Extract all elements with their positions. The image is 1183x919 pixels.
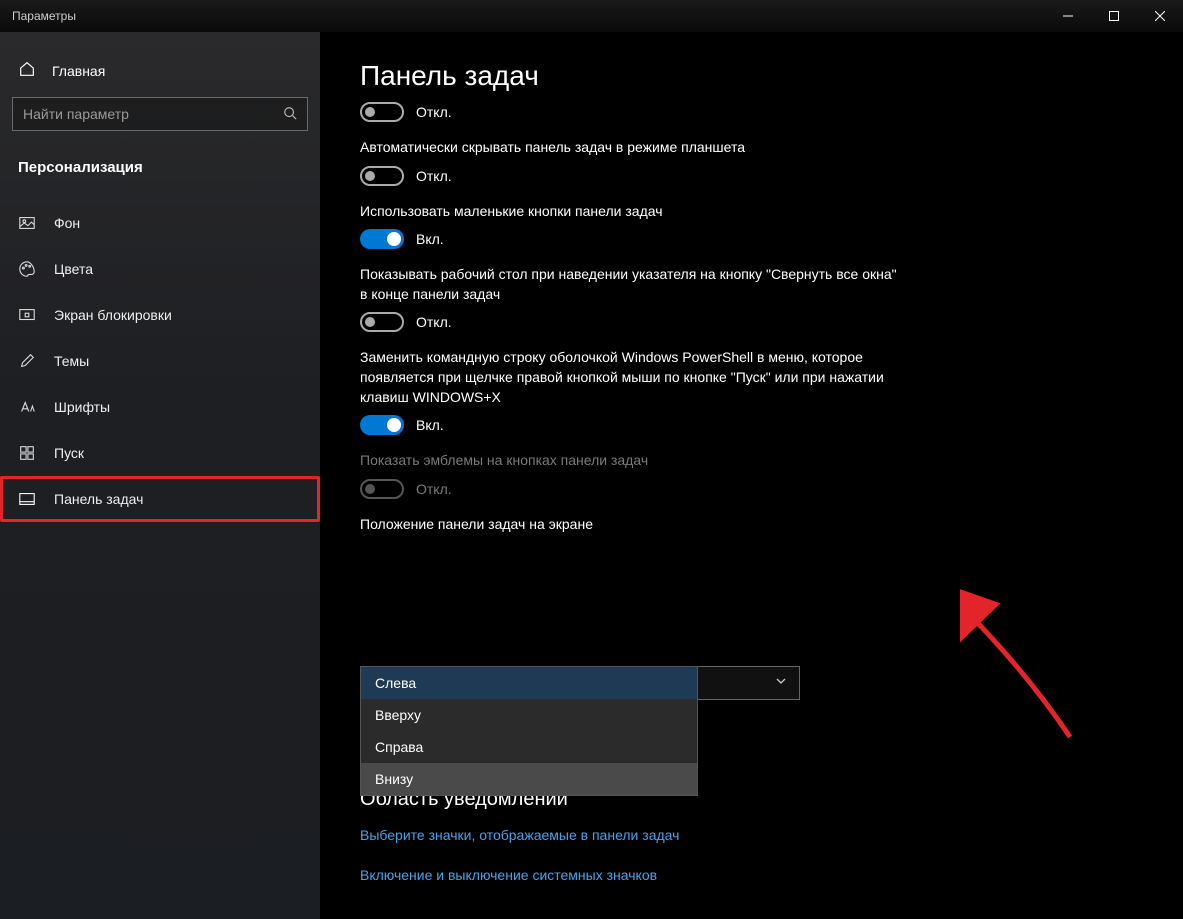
sidebar-item-label: Пуск [54,445,84,461]
setting-label-5: Показать эмблемы на кнопках панели задач [360,451,900,471]
maximize-button[interactable] [1091,0,1137,32]
search-input[interactable] [23,106,283,122]
toggle-4[interactable] [360,415,404,435]
sidebar-item-taskbar[interactable]: Панель задач [0,476,320,522]
link-select-icons[interactable]: Выберите значки, отображаемые в панели з… [360,827,1143,843]
setting-label-1: Автоматически скрывать панель задач в ре… [360,138,900,158]
chevron-down-icon [775,674,787,692]
sidebar-item-label: Панель задач [54,491,143,507]
dropdown-list[interactable]: Слева Вверху Справа Внизу [360,666,698,796]
close-button[interactable] [1137,0,1183,32]
brush-icon [18,352,36,370]
picture-icon [18,214,36,232]
sidebar-item-lockscreen[interactable]: Экран блокировки [0,292,320,338]
dropdown-label: Положение панели задач на экране [360,515,900,535]
setting-label-4: Заменить командную строку оболочкой Wind… [360,348,900,407]
minimize-button[interactable] [1045,0,1091,32]
sidebar-item-label: Экран блокировки [54,307,172,323]
sidebar-item-colors[interactable]: Цвета [0,246,320,292]
toggle-1-state: Откл. [416,168,452,184]
sidebar-home-label: Главная [52,63,105,79]
search-box[interactable] [12,97,308,131]
sidebar-section: Персонализация [0,151,320,200]
toggle-0[interactable] [360,102,404,122]
setting-label-2: Использовать маленькие кнопки панели зад… [360,202,900,222]
annotation-arrow [960,577,1080,747]
sidebar-item-label: Темы [54,353,89,369]
toggle-4-state: Вкл. [416,417,444,433]
palette-icon [18,260,36,278]
content: Панель задач Откл. Автоматически скрыват… [320,32,1183,919]
toggle-1[interactable] [360,166,404,186]
start-icon [18,444,36,462]
toggle-2-state: Вкл. [416,231,444,247]
sidebar-item-label: Фон [54,215,80,231]
taskbar-icon [18,490,36,508]
sidebar-item-start[interactable]: Пуск [0,430,320,476]
toggle-5 [360,479,404,499]
setting-label-3: Показывать рабочий стол при наведении ук… [360,265,900,304]
window-title: Параметры [12,9,76,23]
sidebar-item-label: Шрифты [54,399,110,415]
toggle-3-state: Откл. [416,314,452,330]
link-system-icons[interactable]: Включение и выключение системных значков [360,867,1143,883]
toggle-0-state: Откл. [416,104,452,120]
page-title: Панель задач [360,60,1143,92]
sidebar-item-themes[interactable]: Темы [0,338,320,384]
sidebar-home[interactable]: Главная [0,52,320,97]
sidebar-item-label: Цвета [54,261,93,277]
fonts-icon [18,398,36,416]
toggle-3[interactable] [360,312,404,332]
search-icon [283,106,297,123]
dropdown-option-right[interactable]: Справа [361,731,697,763]
toggle-5-state: Откл. [416,481,452,497]
sidebar-item-fonts[interactable]: Шрифты [0,384,320,430]
toggle-2[interactable] [360,229,404,249]
dropdown-option-bottom[interactable]: Внизу [361,763,697,795]
home-icon [18,60,36,81]
sidebar-item-background[interactable]: Фон [0,200,320,246]
lockscreen-icon [18,306,36,324]
sidebar: Главная Персонализация Фон Цвета Экран б… [0,32,320,919]
dropdown-option-left[interactable]: Слева [361,667,697,699]
toggle-row-0: Откл. [360,102,1143,122]
titlebar: Параметры [0,0,1183,32]
dropdown-option-top[interactable]: Вверху [361,699,697,731]
